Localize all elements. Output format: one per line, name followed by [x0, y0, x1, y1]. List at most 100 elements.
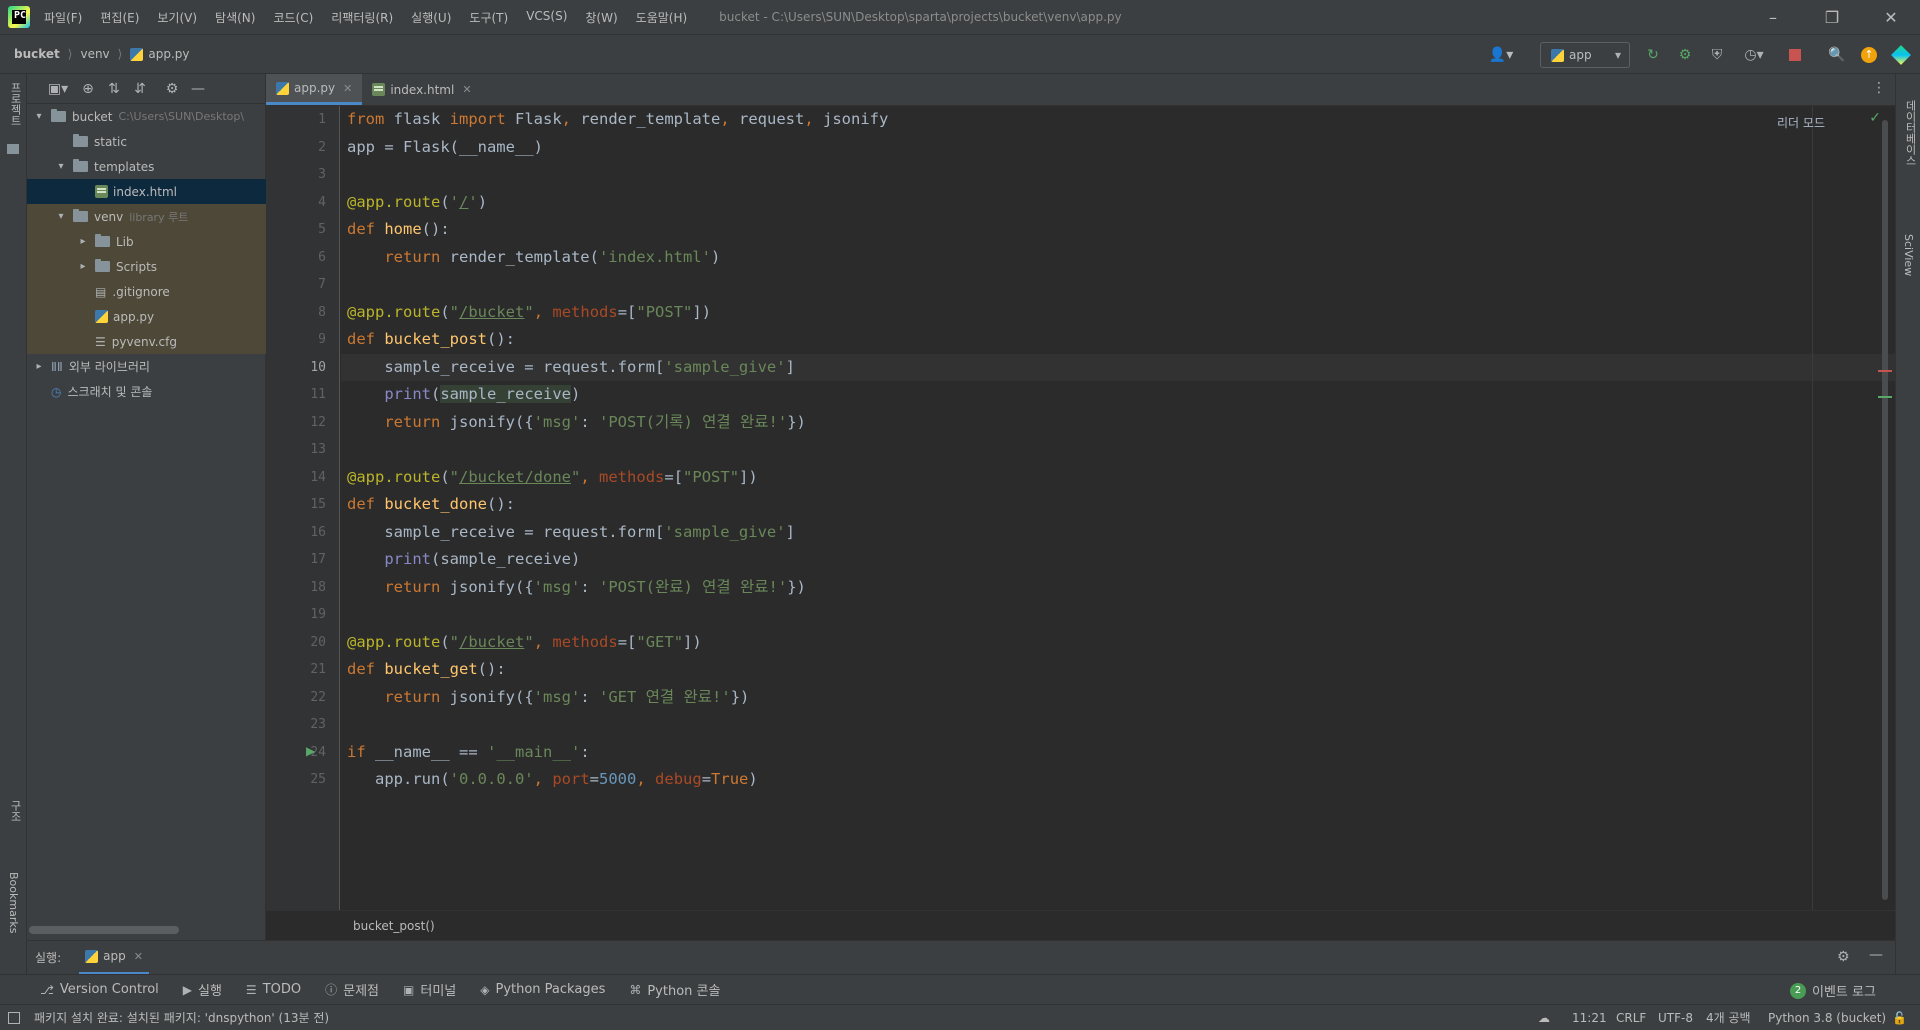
- breadcrumb-file[interactable]: app.py: [130, 47, 189, 61]
- indent-setting[interactable]: 4개 공백: [1706, 1009, 1751, 1026]
- run-tab-app[interactable]: app ✕: [79, 941, 149, 975]
- event-log-tab[interactable]: 2 이벤트 로그: [1790, 981, 1876, 1000]
- restore-button[interactable]: ❐: [1803, 0, 1861, 34]
- editor-tab[interactable]: index.html ✕: [362, 74, 481, 105]
- tree-item[interactable]: index.html: [27, 179, 266, 204]
- hide-icon[interactable]: —: [185, 76, 211, 102]
- debug-icon[interactable]: ⚙: [1674, 43, 1696, 67]
- file-encoding[interactable]: UTF-8: [1658, 1011, 1693, 1025]
- menu-item[interactable]: 파일(F): [44, 9, 82, 26]
- minimize-button[interactable]: –: [1744, 0, 1802, 34]
- inspection-ok-icon[interactable]: ✓: [1869, 110, 1881, 126]
- lock-icon[interactable]: 🔓: [1892, 1011, 1907, 1025]
- run-config-dropdown[interactable]: app ▾: [1540, 42, 1630, 68]
- tool-tab-icon: ☰: [245, 982, 257, 997]
- code-line: return jsonify({'msg': 'POST(기록) 연결 완료!'…: [384, 412, 806, 431]
- view-mode-icon[interactable]: ▣▾: [41, 76, 75, 102]
- menu-item[interactable]: 창(W): [585, 9, 617, 26]
- problems-tab[interactable]: ⓘ 문제점: [325, 980, 379, 999]
- run-tab[interactable]: ▶ 실행: [183, 980, 222, 1000]
- stop-icon[interactable]: [1784, 43, 1806, 67]
- menu-item[interactable]: VCS(S): [526, 9, 567, 26]
- sciview-tool-tab[interactable]: SciView: [1902, 234, 1915, 276]
- tree-item-label: templates: [94, 159, 155, 174]
- chevron-down-icon: ▾: [1614, 48, 1621, 62]
- tree-item[interactable]: ▾ templates: [27, 154, 266, 179]
- caret-position[interactable]: 11:21: [1572, 1011, 1607, 1025]
- menu-item[interactable]: 코드(C): [273, 9, 313, 26]
- tree-item[interactable]: ☰ pyvenv.cfg: [27, 329, 266, 354]
- chevron-down-icon[interactable]: ▾: [55, 161, 67, 172]
- more-options-icon[interactable]: ⋮: [1872, 80, 1886, 96]
- line-ending[interactable]: CRLF: [1616, 1011, 1646, 1025]
- collapse-all-icon[interactable]: ⇵: [127, 76, 153, 102]
- close-tab-icon[interactable]: ✕: [462, 83, 471, 96]
- chevron-down-icon[interactable]: ▾: [33, 111, 45, 122]
- search-icon[interactable]: 🔍: [1826, 43, 1848, 67]
- tree-item[interactable]: ▸ Lib: [27, 229, 266, 254]
- code-line: @app.route('/'): [347, 192, 488, 211]
- rerun-icon[interactable]: ↻: [1642, 43, 1664, 67]
- tree-item[interactable]: ◷ 스크래치 및 콘솔: [27, 379, 266, 404]
- tree-item[interactable]: ▤ .gitignore: [27, 279, 266, 304]
- hide-icon[interactable]: —: [1869, 947, 1883, 963]
- tree-item-label: Scripts: [116, 259, 158, 274]
- close-tab-icon[interactable]: ✕: [134, 950, 143, 963]
- coverage-icon[interactable]: ⛨: [1706, 43, 1728, 67]
- chevron-right-icon[interactable]: ▸: [77, 261, 89, 272]
- update-icon[interactable]: ↑: [1858, 43, 1880, 67]
- breadcrumb-folder[interactable]: venv: [80, 47, 109, 61]
- menu-item[interactable]: 편집(E): [100, 9, 139, 26]
- python-file-icon: [130, 47, 144, 61]
- close-tab-icon[interactable]: ✕: [343, 82, 352, 95]
- tree-item[interactable]: ▾ bucket C:\Users\SUN\Desktop\: [27, 104, 266, 129]
- function-breadcrumb[interactable]: bucket_post(): [353, 919, 435, 933]
- gear-icon[interactable]: ⚙: [159, 76, 185, 102]
- tree-item[interactable]: ▸ ⅡⅡ 외부 라이브러리: [27, 354, 266, 379]
- vertical-scrollbar[interactable]: [1882, 120, 1888, 900]
- config-file-icon: ☰: [95, 334, 106, 349]
- expand-all-icon[interactable]: ⇅: [101, 76, 127, 102]
- locate-icon[interactable]: ⊕: [75, 76, 101, 102]
- database-tool-tab[interactable]: 데이터베이스: [1902, 100, 1918, 166]
- gear-icon[interactable]: ⚙: [1837, 949, 1850, 965]
- close-button[interactable]: ✕: [1862, 0, 1920, 34]
- chevron-right-icon[interactable]: ▸: [33, 361, 45, 372]
- todo-tab[interactable]: ☰ TODO: [246, 980, 301, 999]
- menu-item[interactable]: 보기(V): [157, 9, 197, 26]
- status-message[interactable]: 패키지 설치 완료: 설치된 패키지: 'dnspython' (13분 전): [34, 1009, 329, 1026]
- tree-item[interactable]: ▾ venv library 루트: [27, 204, 266, 229]
- title-bar: PC 파일(F) 편집(E) 보기(V) 탐색(N) 코드(C) 리팩터링(R) 실행(U)…: [0, 0, 1920, 34]
- menu-item[interactable]: 탐색(N): [215, 9, 255, 26]
- menu-item[interactable]: 도움말(H): [636, 9, 688, 26]
- tree-item[interactable]: static: [27, 129, 266, 154]
- run-gutter-icon[interactable]: ▶: [306, 744, 315, 758]
- menu-item[interactable]: 리팩터링(R): [331, 9, 393, 26]
- project-tool-tab[interactable]: 프로젝트: [7, 82, 23, 126]
- python-packages-tab[interactable]: ◈ Python Packages: [480, 980, 605, 999]
- chevron-right-icon[interactable]: ▸: [77, 236, 89, 247]
- code-editor[interactable]: 1 2 3 4 5 6 7 8 9 10 11 12 13 14 15 16 17 18 19 20 21 22 23 24 2…: [266, 106, 1895, 910]
- tree-item[interactable]: app.py: [27, 304, 266, 329]
- terminal-tab[interactable]: ▣ 터미널: [403, 980, 456, 1000]
- horizontal-scrollbar[interactable]: [29, 926, 179, 934]
- menu-item[interactable]: 실행(U): [411, 9, 451, 26]
- bookmarks-tool-tab[interactable]: Bookmarks: [7, 872, 20, 933]
- python-interpreter[interactable]: Python 3.8 (bucket): [1768, 1011, 1886, 1025]
- profile-icon[interactable]: ◷▾: [1738, 43, 1770, 67]
- breadcrumb-project[interactable]: bucket: [14, 47, 60, 61]
- folder-icon: [95, 234, 110, 247]
- editor-tab[interactable]: app.py ✕: [266, 74, 363, 105]
- vcs-user-icon[interactable]: 👤▾: [1484, 43, 1518, 67]
- toggle-tool-windows-icon[interactable]: [8, 1011, 20, 1024]
- main-menu: 파일(F) 편집(E) 보기(V) 탐색(N) 코드(C) 리팩터링(R) 실행(U) 도구(…: [44, 9, 705, 26]
- chevron-down-icon[interactable]: ▾: [55, 211, 67, 222]
- structure-tool-tab[interactable]: 구조: [7, 800, 23, 822]
- reader-mode-toggle[interactable]: 리더 모드: [1777, 114, 1825, 131]
- tree-item[interactable]: ▸ Scripts: [27, 254, 266, 279]
- jetbrains-icon[interactable]: [1890, 43, 1912, 67]
- python-console-tab[interactable]: ⌘ Python 콘솔: [629, 980, 720, 1000]
- menu-item[interactable]: 도구(T): [469, 9, 508, 26]
- version-control-tab[interactable]: ⎇ Version Control: [40, 980, 159, 999]
- git-icon[interactable]: ☁: [1538, 1011, 1550, 1025]
